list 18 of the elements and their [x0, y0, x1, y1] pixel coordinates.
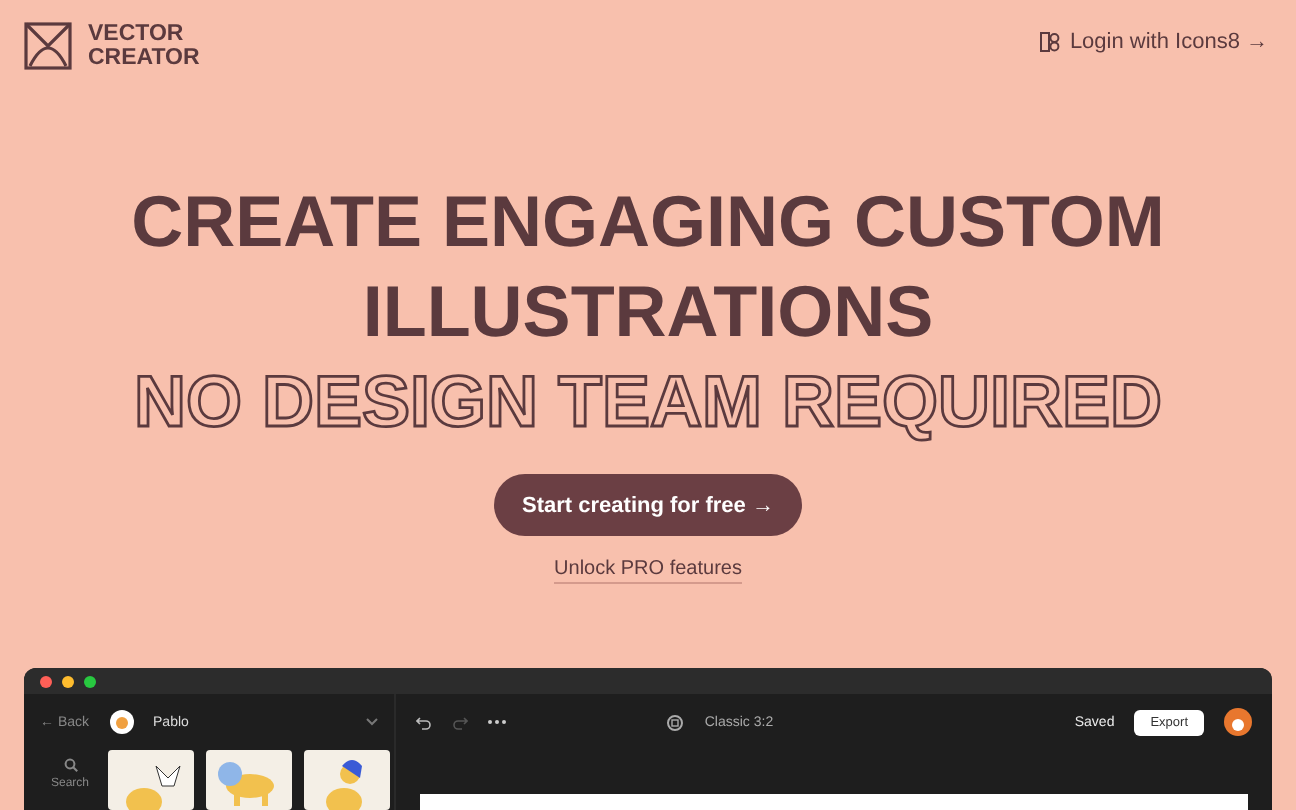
start-button[interactable]: Start creating for free →	[494, 474, 802, 536]
headline: CREATE ENGAGING CUSTOM	[131, 178, 1165, 266]
headline: ILLUSTRATIONS	[360, 268, 936, 356]
logo-text: VECTOR CREATOR	[88, 22, 202, 70]
avatar-icon	[109, 710, 134, 734]
format-icon[interactable]	[666, 713, 685, 731]
avatar-icon[interactable]	[1224, 708, 1253, 736]
maximize-dot[interactable]	[84, 675, 96, 687]
search-icon[interactable]	[63, 758, 77, 772]
pro-link[interactable]: Unlock PRO features	[554, 558, 742, 584]
undo-icon[interactable]	[416, 715, 432, 729]
login-link[interactable]: Login with Icons8 →	[1039, 30, 1268, 54]
chevron-icon[interactable]	[366, 718, 378, 726]
outlined-headline: NO DESIGN TEAM REQUIRED	[133, 358, 1163, 446]
shapes-icon	[1039, 32, 1060, 52]
close-dot[interactable]	[40, 675, 52, 687]
logo-icon	[24, 22, 72, 70]
minimize-dot[interactable]	[62, 675, 74, 687]
